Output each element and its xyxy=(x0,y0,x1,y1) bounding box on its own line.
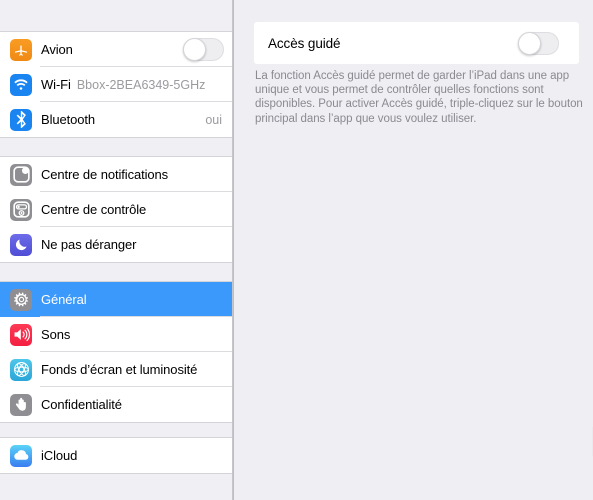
guided-access-description: La fonction Accès guidé permet de garder… xyxy=(255,70,583,125)
switch-knob xyxy=(518,31,541,55)
moon-icon xyxy=(10,233,32,256)
sidebar-item-bluetooth[interactable]: Bluetooth oui xyxy=(0,102,234,137)
sidebar-group-gap xyxy=(0,138,234,156)
watermark-primary: PRODIGE xyxy=(589,423,593,463)
sidebar-item-label: Confidentialité xyxy=(41,397,122,412)
switch-knob xyxy=(183,38,206,61)
sidebar-item-label: Avion xyxy=(41,42,73,57)
speaker-icon xyxy=(10,323,32,346)
sidebar-item-centre-controle[interactable]: Centre de contrôle xyxy=(0,192,234,227)
sidebar-group-connectivity: Avion Wi-Fi Bbox-2BEA6349-5GHz Bluetooth oui xyxy=(0,31,234,138)
guided-access-switch[interactable] xyxy=(518,31,559,55)
sidebar-item-label: Sons xyxy=(41,327,71,342)
sidebar-item-label: Général xyxy=(41,292,87,307)
detail-pane: Accès guidé La fonction Accès guidé perm… xyxy=(234,0,593,500)
sidebar-item-avion[interactable]: Avion xyxy=(0,32,234,67)
wallpaper-icon xyxy=(10,358,32,381)
hand-icon xyxy=(10,393,32,416)
settings-sidebar: Avion Wi-Fi Bbox-2BEA6349-5GHz Bluetooth oui… xyxy=(0,0,234,500)
sidebar-item-fonds-ecran[interactable]: Fonds d’écran et luminosité xyxy=(0,352,234,387)
sidebar-group-accounts: iCloud xyxy=(0,437,234,474)
sidebar-item-ne-pas-deranger[interactable]: Ne pas déranger xyxy=(0,227,234,262)
control-center-icon xyxy=(10,198,32,221)
icloud-icon xyxy=(10,444,32,467)
sidebar-item-label: Wi-Fi xyxy=(41,77,71,92)
sidebar-item-sons[interactable]: Sons xyxy=(0,317,234,352)
sidebar-item-centre-notifications[interactable]: Centre de notifications xyxy=(0,157,234,192)
sidebar-item-label: Centre de contrôle xyxy=(41,202,147,217)
guided-access-label: Accès guidé xyxy=(268,35,341,51)
settings-screen: Avion Wi-Fi Bbox-2BEA6349-5GHz Bluetooth oui… xyxy=(0,0,593,500)
sidebar-group-notifications: Centre de notifications Centre de contrôl… xyxy=(0,156,234,263)
avion-switch[interactable] xyxy=(183,38,224,61)
sidebar-group-gap xyxy=(0,423,234,437)
wifi-icon xyxy=(10,73,32,96)
sidebar-item-wifi[interactable]: Wi-Fi Bbox-2BEA6349-5GHz xyxy=(0,67,234,102)
guided-access-row[interactable]: Accès guidé xyxy=(254,22,579,64)
watermark: PRODIGE MOBILE.COM xyxy=(589,423,593,484)
notification-center-icon xyxy=(10,163,32,186)
sidebar-item-label: iCloud xyxy=(41,448,78,463)
sidebar-item-label: Bluetooth xyxy=(41,112,96,127)
sidebar-item-subtext: Bbox-2BEA6349-5GHz xyxy=(76,77,206,92)
sidebar-item-confidentialite[interactable]: Confidentialité xyxy=(0,387,234,422)
sidebar-item-icloud[interactable]: iCloud xyxy=(0,438,234,473)
airplane-icon xyxy=(10,38,32,61)
sidebar-item-value: oui xyxy=(205,112,222,127)
sidebar-group-gap xyxy=(0,263,234,281)
sidebar-item-label: Centre de notifications xyxy=(41,167,169,182)
bluetooth-icon xyxy=(10,108,32,131)
sidebar-group-system: Général Sons Fonds d’écran et luminosité Co… xyxy=(0,281,234,423)
sidebar-item-general[interactable]: Général xyxy=(0,282,234,317)
sidebar-item-label: Fonds d’écran et luminosité xyxy=(41,362,198,377)
sidebar-group-gap xyxy=(0,0,234,31)
gear-icon xyxy=(10,288,32,311)
sidebar-item-label: Ne pas déranger xyxy=(41,237,137,252)
